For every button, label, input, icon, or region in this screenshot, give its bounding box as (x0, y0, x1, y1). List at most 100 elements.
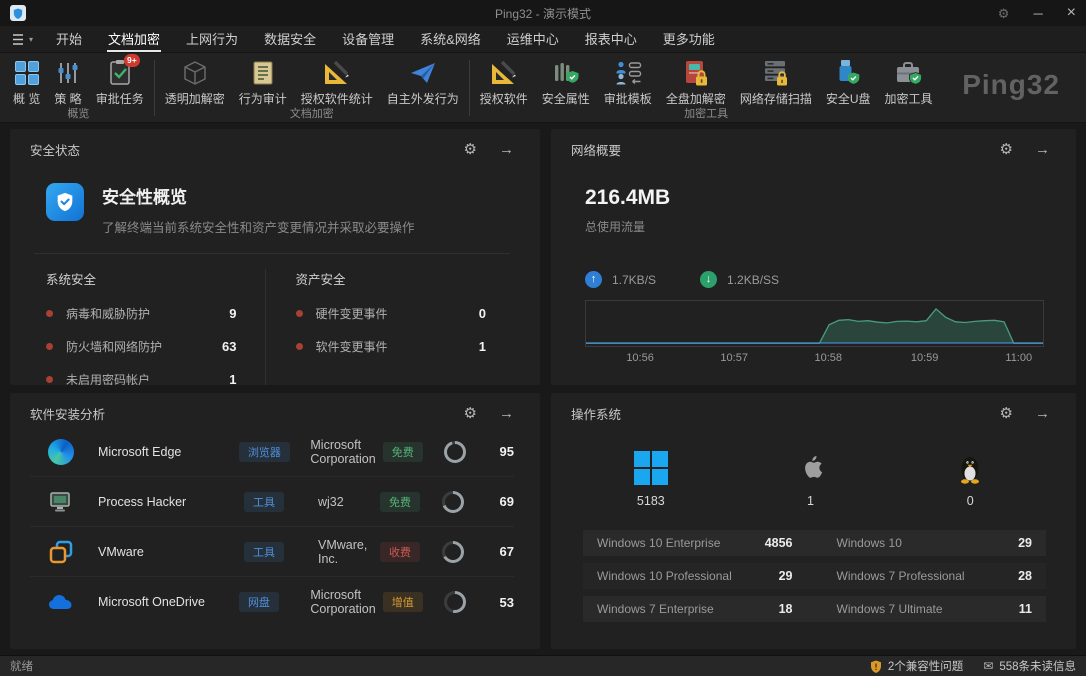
apple-count: 1 (807, 494, 814, 508)
os-table-row: Windows 10 Professional29 Windows 7 Prof… (583, 563, 1046, 589)
compatibility-issues[interactable]: 2个兼容性问题 (870, 658, 963, 674)
score-value: 67 (464, 544, 514, 559)
security-shield-icon (46, 183, 84, 221)
panel-open-arrow-icon[interactable]: → (499, 406, 514, 421)
paper-plane-icon (409, 58, 437, 87)
menu-tab-more-features[interactable]: 更多功能 (650, 26, 728, 52)
minimize-button[interactable]: ─ (1033, 7, 1042, 20)
upload-arrow-icon: ↑ (585, 271, 602, 288)
section-title: 系统安全 (46, 269, 265, 288)
title-bar: Ping32 - 演示模式 ⚙ ─ × (0, 0, 1086, 26)
score-ring (444, 591, 466, 613)
price-badge: 收费 (380, 542, 420, 562)
panel-software-analysis: 软件安装分析 ⚙ → Microsoft Edge 浏览器 Microsoft … (10, 393, 540, 649)
audit-list-icon (252, 58, 274, 87)
panel-settings-icon[interactable]: ⚙ (1000, 406, 1013, 421)
system-security-section: 系统安全 病毒和威胁防护 9 防火墙和网络防护 63 未启用密码帐户 (30, 269, 265, 385)
settings-icon[interactable]: ⚙ (998, 7, 1010, 20)
chart-x-label: 10:56 (626, 352, 654, 364)
os-windows: 5183 (571, 447, 731, 508)
software-row-onedrive[interactable]: Microsoft OneDrive 网盘 Microsoft Corporat… (30, 577, 514, 627)
status-ready: 就绪 (10, 658, 33, 674)
ribbon-item-security-attributes[interactable]: 安全属性 (535, 55, 597, 107)
ribbon-item-full-disk-encryption[interactable]: 全盘加解密 (659, 55, 733, 107)
total-traffic-label: 总使用流量 (585, 218, 1050, 235)
ribbon-item-network-storage-scan[interactable]: 网络存储扫描 (733, 55, 819, 107)
panel-open-arrow-icon[interactable]: → (1035, 406, 1050, 421)
status-dot (46, 376, 53, 383)
divider (34, 253, 510, 254)
status-dot (46, 343, 53, 350)
status-dot (296, 310, 303, 317)
os-table-row: Windows 7 Enterprise18 Windows 7 Ultimat… (583, 596, 1046, 622)
menu-list-icon[interactable]: ▾ (8, 33, 43, 46)
chart-x-label: 10:57 (720, 352, 748, 364)
panel-settings-icon[interactable]: ⚙ (464, 142, 477, 157)
menu-bar: ▾ 开始 文档加密 上网行为 数据安全 设备管理 系统&网络 运维中心 报表中心… (0, 26, 1086, 53)
section-title: 资产安全 (296, 269, 515, 288)
software-row-process-hacker[interactable]: Process Hacker 工具 wj32 免费 69 (30, 477, 514, 527)
panel-operating-systems: 操作系统 ⚙ → 5183 1 (551, 393, 1076, 649)
category-badge: 工具 (244, 492, 284, 512)
ribbon-item-approval-templates[interactable]: 审批模板 (597, 55, 659, 107)
menu-tab-doc-encryption[interactable]: 文档加密 (95, 26, 173, 52)
ribbon-group-label: 文档加密 (158, 107, 466, 122)
ribbon-group-doc-encryption: 透明加解密 行为审计 授权软件统计 (158, 55, 466, 122)
close-button[interactable]: × (1067, 5, 1076, 21)
ribbon-item-licensed-software-stats[interactable]: 授权软件统计 (294, 55, 380, 107)
software-row-vmware[interactable]: VMware 工具 VMware, Inc. 收费 67 (30, 527, 514, 577)
panel-title: 操作系统 (571, 404, 621, 423)
panel-open-arrow-icon[interactable]: → (499, 142, 514, 157)
menu-tab-ops-center[interactable]: 运维中心 (494, 26, 572, 52)
apple-logo-icon (796, 447, 826, 485)
os-version-table: Windows 10 Enterprise4856 Windows 1029 W… (583, 530, 1046, 622)
menu-tab-report-center[interactable]: 报表中心 (572, 26, 650, 52)
ribbon-item-outgoing-behavior[interactable]: 自主外发行为 (380, 55, 466, 107)
price-badge: 增值 (383, 592, 423, 612)
app-logo-icon (10, 5, 26, 21)
panel-open-arrow-icon[interactable]: → (1035, 142, 1050, 157)
score-value: 69 (464, 494, 514, 509)
stat-no-password-account: 未启用密码帐户 1 (46, 371, 265, 385)
chart-x-label: 10:59 (911, 352, 939, 364)
menu-tab-data-security[interactable]: 数据安全 (251, 26, 329, 52)
os-linux: 0 (890, 447, 1050, 508)
ruler-pencil-icon (490, 58, 517, 87)
vmware-icon (46, 539, 76, 565)
download-speed: ↓ 1.2KB/SS (700, 271, 779, 288)
ribbon-group-label: 概览 (6, 107, 151, 122)
process-hacker-icon (46, 489, 76, 515)
ribbon-toolbar: 概 览 策 略 9+ 审批任务 概览 (0, 53, 1086, 123)
approval-count-badge: 9+ (124, 54, 140, 67)
menu-tab-device-management[interactable]: 设备管理 (329, 26, 407, 52)
ribbon-item-approval-tasks[interactable]: 9+ 审批任务 (89, 55, 151, 107)
menu-tab-start[interactable]: 开始 (43, 26, 95, 52)
window-title: Ping32 - 演示模式 (495, 5, 591, 22)
network-chart (585, 300, 1044, 347)
ribbon-item-licensed-software[interactable]: 授权软件 (473, 55, 535, 107)
unread-messages[interactable]: ✉ 558条未读信息 (983, 658, 1076, 674)
menu-tab-web-behavior[interactable]: 上网行为 (173, 26, 251, 52)
dashboard: 安全状态 ⚙ → 安全性概览 了解终端当前系统安全性和资产变更情况并采取必要操作 (0, 123, 1086, 655)
upload-speed: ↑ 1.7KB/S (585, 271, 656, 288)
ribbon-item-policy[interactable]: 策 略 (47, 55, 88, 107)
clipboard-check-icon: 9+ (108, 58, 132, 87)
score-ring (444, 441, 466, 463)
software-row-edge[interactable]: Microsoft Edge 浏览器 Microsoft Corporation… (30, 427, 514, 477)
ribbon-item-secure-usb[interactable]: 安全U盘 (819, 55, 878, 107)
ribbon-item-overview[interactable]: 概 览 (6, 55, 47, 107)
category-badge: 网盘 (239, 592, 279, 612)
ribbon-group-overview: 概 览 策 略 9+ 审批任务 概览 (6, 55, 151, 122)
menu-tab-system-network[interactable]: 系统&网络 (407, 26, 494, 52)
panel-settings-icon[interactable]: ⚙ (464, 406, 477, 421)
ribbon-item-transparent-encryption[interactable]: 透明加解密 (158, 55, 232, 107)
panel-title: 安全状态 (30, 140, 80, 159)
os-table-row: Windows 10 Enterprise4856 Windows 1029 (583, 530, 1046, 556)
app-window: Ping32 - 演示模式 ⚙ ─ × ▾ 开始 文档加密 上网行为 数据安全 … (0, 0, 1086, 676)
status-dot (296, 343, 303, 350)
ribbon-item-encryption-toolbox[interactable]: 加密工具 (878, 55, 940, 107)
panel-settings-icon[interactable]: ⚙ (1000, 142, 1013, 157)
chart-x-axis: 10:5610:5710:5810:5911:00 (585, 352, 1044, 370)
linux-count: 0 (967, 494, 974, 508)
ribbon-item-behavior-audit[interactable]: 行为审计 (232, 55, 294, 107)
